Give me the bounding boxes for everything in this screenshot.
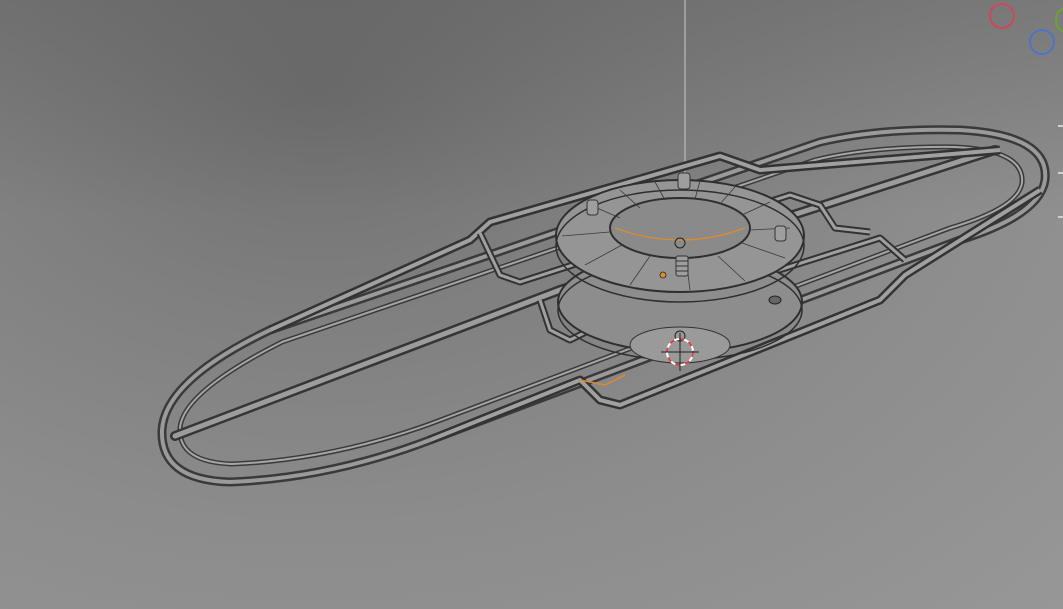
gizmo-z-axis-icon[interactable] (1029, 29, 1055, 55)
edge-button-b[interactable] (1058, 172, 1063, 174)
gizmo-x-axis-icon[interactable] (989, 3, 1015, 29)
mesh-scene[interactable] (0, 0, 1063, 609)
3d-viewport[interactable] (0, 0, 1063, 609)
edge-button-c[interactable] (1058, 216, 1063, 218)
origin-dot (659, 271, 667, 279)
edge-button-a[interactable] (1058, 125, 1063, 127)
